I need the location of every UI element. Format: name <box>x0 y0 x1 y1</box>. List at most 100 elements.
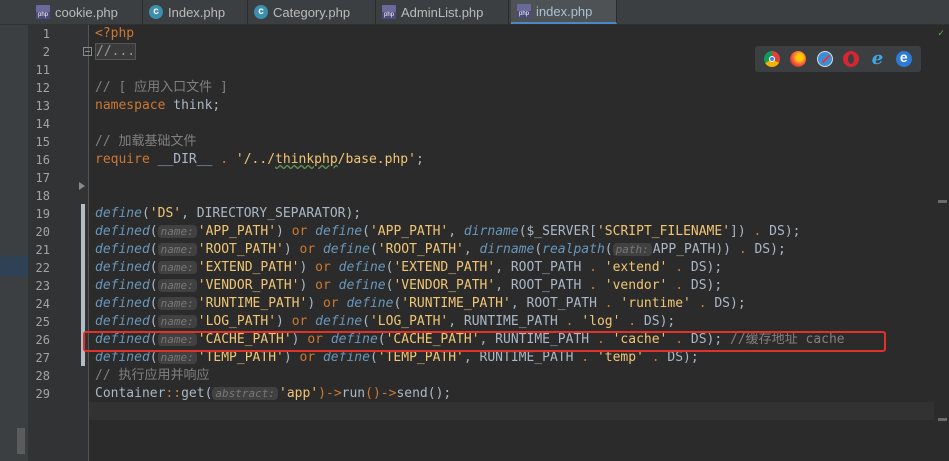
keyword: or <box>315 260 331 275</box>
chrome-icon[interactable] <box>764 51 781 67</box>
string: 'APP_PATH' <box>369 224 449 239</box>
parameter-hint: name: <box>157 315 197 328</box>
code-line-1: <?php <box>95 25 134 43</box>
firefox-icon[interactable] <box>790 51 807 67</box>
function-call: define <box>338 260 386 275</box>
parameter-hint: name: <box>157 261 197 274</box>
parameter-hint: name: <box>157 351 197 364</box>
code-line-28: // 执行应用并响应 <box>95 367 209 385</box>
fold-arrow-icon[interactable] <box>79 182 85 190</box>
operator: . <box>220 152 229 167</box>
parameter-hint: name: <box>157 243 197 256</box>
operator: )-> <box>318 386 342 401</box>
line-number: 16 <box>35 153 50 167</box>
tab-label: Index.php <box>168 4 226 20</box>
php-file-icon <box>36 5 50 19</box>
function-call: defined <box>95 260 150 275</box>
line-number: 12 <box>35 81 50 95</box>
line-number: 2 <box>42 45 50 59</box>
opera-icon[interactable] <box>843 51 860 67</box>
php-file-icon <box>382 5 396 19</box>
code-line-16: require __DIR__ . '/../thinkphp/base.php… <box>95 151 424 169</box>
line-number: 27 <box>35 351 50 365</box>
keyword: or <box>291 314 308 329</box>
tab-index-php-active[interactable]: index.php <box>511 0 617 24</box>
ie-icon[interactable]: e <box>869 50 885 68</box>
line-number: 23 <box>35 279 50 293</box>
function-call: define <box>346 296 394 311</box>
string: 'VENDOR_PATH' <box>393 278 496 293</box>
parameter-hint: name: <box>157 297 197 310</box>
code-line-21: defined(name: 'ROOT_PATH') or define('ROO… <box>95 242 786 257</box>
code-line-19: define('DS', DIRECTORY_SEPARATOR); <box>95 205 361 223</box>
string: 'EXTEND_PATH' <box>197 260 300 275</box>
php-file-icon <box>517 4 531 18</box>
tab-cookie-php[interactable]: cookie.php <box>30 0 143 24</box>
string: '/../ <box>228 152 276 167</box>
error-stripe[interactable] <box>934 25 949 461</box>
stripe-marker[interactable] <box>938 200 947 203</box>
code-editor[interactable]: <?php //... // [ 应用入口文件 ] namespace thin… <box>89 25 934 461</box>
line-number: 28 <box>35 369 50 383</box>
safari-icon[interactable] <box>816 51 833 67</box>
function-call: defined <box>95 278 150 293</box>
code-text: (); <box>427 386 452 401</box>
line-number: 26 <box>35 333 50 347</box>
function-call: define <box>95 206 142 221</box>
tab-category-php[interactable]: Category.php <box>248 0 376 24</box>
tab-label: Category.php <box>273 4 351 20</box>
line-number: 24 <box>35 297 50 311</box>
editor-tab-bar: cookie.php Index.php Category.php AdminL… <box>0 0 949 25</box>
string: 'LOG_PATH' <box>369 314 449 329</box>
keyword: or <box>299 242 316 257</box>
function-call: define <box>338 278 386 293</box>
tab-label: cookie.php <box>55 4 118 20</box>
class-name: Container <box>95 386 166 401</box>
folded-comment[interactable]: //... <box>95 43 137 60</box>
line-number: 25 <box>35 315 50 329</box>
keyword: namespace <box>95 98 166 113</box>
browser-preview-bar: e <box>755 46 921 72</box>
code-text: , DIRECTORY_SEPARATOR); <box>181 206 362 221</box>
check-icon: ✓ <box>938 28 945 39</box>
parameter-hint: abstract: <box>212 387 279 400</box>
tool-window-marker <box>0 256 28 276</box>
code-text: ; <box>415 152 424 167</box>
string: 'RUNTIME_PATH' <box>401 296 511 311</box>
string: /base.php' <box>337 152 416 167</box>
line-number: 15 <box>35 135 50 149</box>
string: 'ROOT_PATH' <box>197 242 284 257</box>
line-number: 21 <box>35 243 50 257</box>
parameter-hint: name: <box>157 279 197 292</box>
line-number: 17 <box>35 171 50 185</box>
code-line-2: //... <box>95 43 137 61</box>
code-line-23: defined(name: 'VENDOR_PATH') or define('V… <box>95 278 723 293</box>
code-line-13: namespace think; <box>95 97 220 115</box>
php-open-tag: <?php <box>95 26 135 41</box>
comment: // 加载基础文件 <box>95 134 197 149</box>
comment: // [ 应用入口文件 ] <box>95 80 228 95</box>
horizontal-scrollbar-thumb[interactable] <box>17 428 25 454</box>
code-line-20: defined(name: 'APP_PATH') or define('APP_… <box>95 224 801 239</box>
string: 'DS' <box>149 206 182 221</box>
code-line-24: defined(name: 'RUNTIME_PATH') or define('… <box>95 296 746 311</box>
class-file-icon <box>149 5 163 19</box>
annotation-highlight-box <box>83 331 886 352</box>
method-call: run <box>341 386 366 401</box>
function-call: define <box>315 314 363 329</box>
function-call: defined <box>95 224 150 239</box>
tab-adminlist-php[interactable]: AdminList.php <box>376 0 509 24</box>
string-typo: thinkphp <box>275 152 338 167</box>
operator: ()-> <box>365 386 397 401</box>
keyword: or <box>315 278 331 293</box>
string: 'RUNTIME_PATH' <box>197 296 308 311</box>
edge-icon[interactable] <box>895 49 912 67</box>
stripe-marker[interactable] <box>938 418 947 421</box>
string: 'EXTEND_PATH' <box>393 260 496 275</box>
tab-index-php-class[interactable]: Index.php <box>143 0 248 24</box>
string: 'app' <box>279 386 319 401</box>
code-line-22: defined(name: 'EXTEND_PATH') or define('E… <box>95 260 723 275</box>
function-call: defined <box>95 350 150 365</box>
keyword: require <box>95 152 150 167</box>
function-call: defined <box>95 242 150 257</box>
